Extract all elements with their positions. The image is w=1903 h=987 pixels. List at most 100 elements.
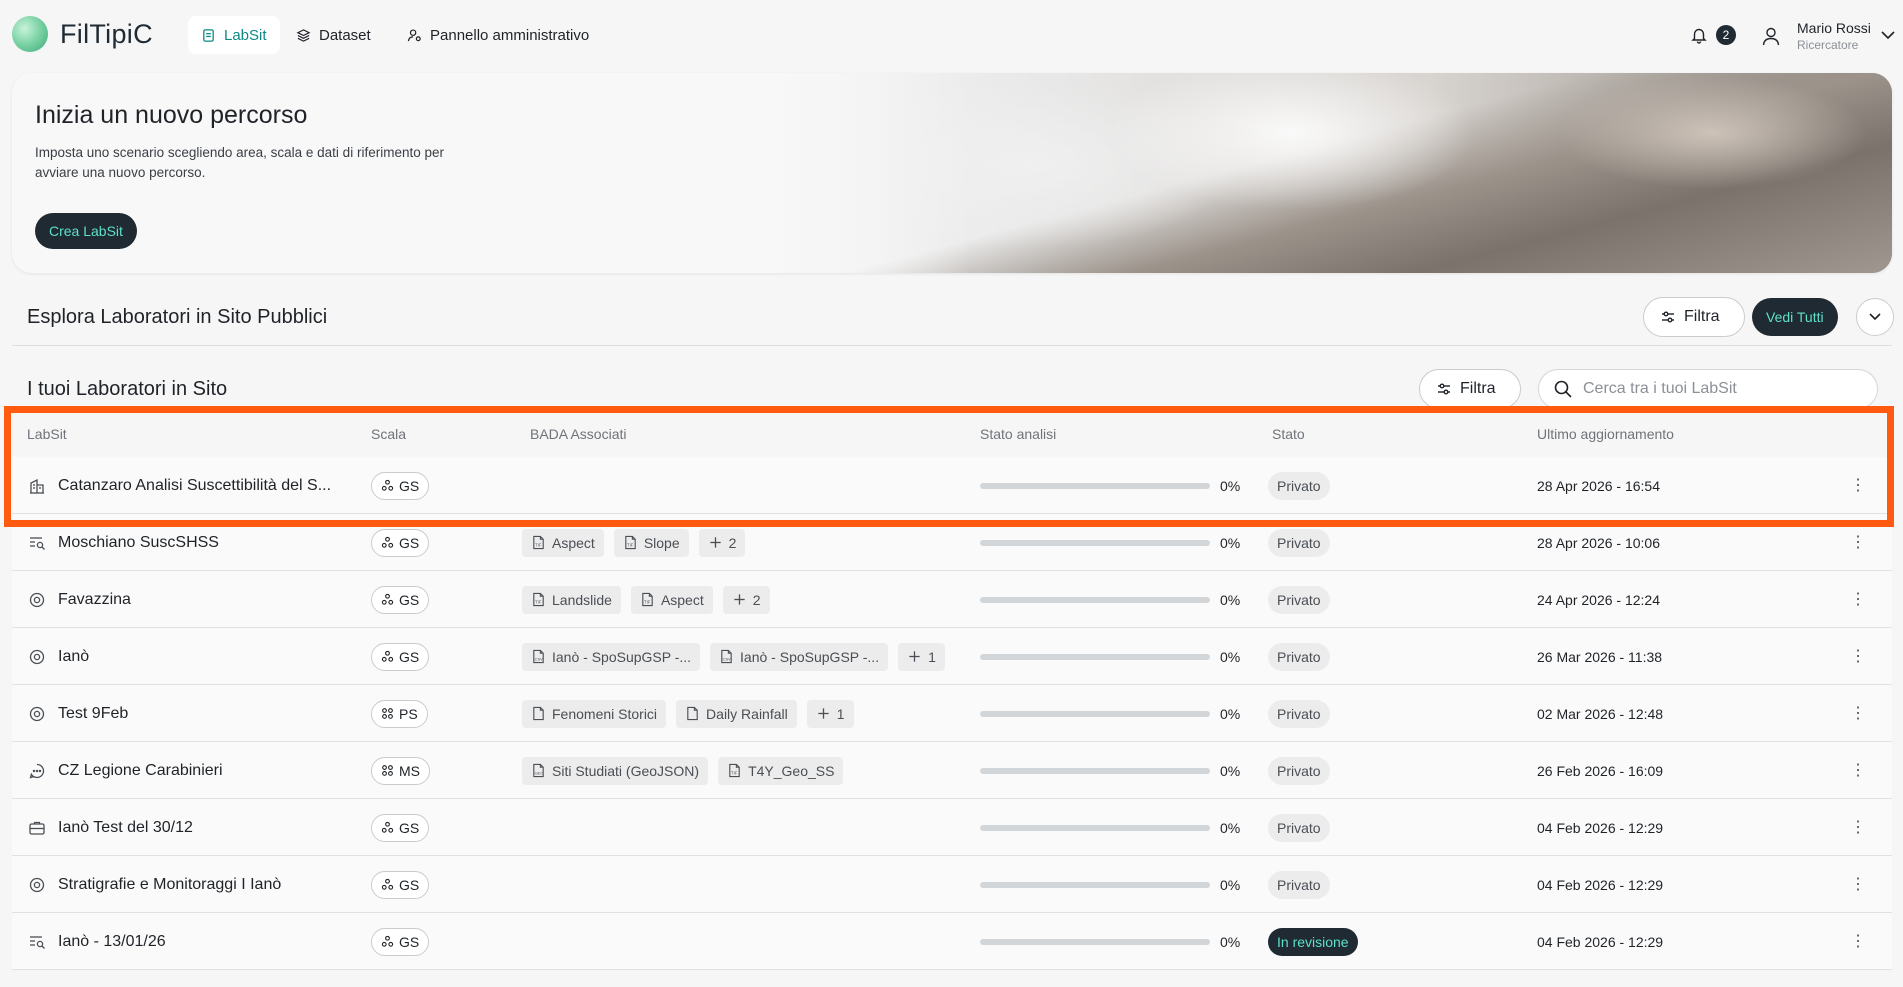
progress-cell: 0%	[980, 856, 1240, 913]
bada-chip[interactable]: TIF Aspect	[630, 585, 713, 614]
column-header-ultimo-aggiornamento[interactable]: Ultimo aggiornamento	[1537, 426, 1674, 442]
status-cell: Privato	[1268, 742, 1330, 799]
labsit-name[interactable]: Stratigrafie e Monitoraggi I Ianò	[58, 856, 358, 913]
labsit-name[interactable]: Moschiano SuscSHSS	[58, 514, 358, 571]
bada-chip[interactable]: CSV Ianò - SpoSupGSP -...	[522, 642, 701, 671]
bada-chip[interactable]: TIF Aspect	[522, 528, 604, 557]
row-menu-button[interactable]: ⋮	[1850, 571, 1866, 628]
labsit-name[interactable]: Test 9Feb	[58, 685, 358, 742]
target-icon	[28, 685, 48, 742]
progress-percent: 0%	[1220, 648, 1241, 665]
status-badge: Privato	[1268, 585, 1330, 614]
status-cell: Privato	[1268, 457, 1330, 514]
labsit-name[interactable]: Ianò - 13/01/26	[58, 913, 358, 970]
progress-percent: 0%	[1220, 762, 1241, 779]
labsit-name[interactable]: Ianò Test del 30/12	[58, 799, 358, 856]
row-menu-button[interactable]: ⋮	[1850, 628, 1866, 685]
bell-icon[interactable]	[1690, 26, 1708, 44]
file-icon	[685, 706, 700, 721]
progress-percent: 0%	[1220, 933, 1241, 950]
nav-labsit[interactable]: LabSit	[188, 16, 280, 54]
table-row[interactable]: Moschiano SuscSHSS GS TIF Aspect TIF Slope 2 0%…	[12, 514, 1892, 571]
table-row[interactable]: Ianò Test del 30/12 GS 0% Privato 04 Feb 202…	[12, 799, 1892, 856]
status-badge: In revisione	[1268, 927, 1358, 956]
progress-percent: 0%	[1220, 819, 1241, 836]
progress-cell: 0%	[980, 742, 1240, 799]
table-row[interactable]: Ianò GS CSV Ianò - SpoSupGSP -... CSV Ianò - …	[12, 628, 1892, 685]
progress-bar	[980, 767, 1210, 774]
column-header-labsit[interactable]: LabSit	[27, 426, 67, 442]
bada-chip[interactable]: Daily Rainfall	[676, 699, 797, 728]
column-header-bada[interactable]: BADA Associati	[530, 426, 627, 442]
target-icon	[28, 856, 48, 913]
row-menu-button[interactable]: ⋮	[1850, 742, 1866, 799]
column-header-stato[interactable]: Stato	[1272, 426, 1305, 442]
row-menu-button[interactable]: ⋮	[1850, 799, 1866, 856]
chat-icon	[28, 742, 48, 799]
more-bada-chip[interactable]: 1	[898, 642, 945, 671]
table-row[interactable]: Catanzaro Analisi Suscettibilità del S..…	[12, 457, 1892, 514]
more-bada-chip[interactable]: 2	[722, 585, 770, 614]
kebab-menu-icon: ⋮	[1850, 818, 1866, 836]
bada-chip[interactable]: TIF Landslide	[522, 585, 621, 614]
bada-chip[interactable]: GEO Siti Studiati (GeoJSON)	[522, 756, 709, 785]
app-logo-icon[interactable]	[12, 16, 48, 52]
nav-admin[interactable]: Pannello amministrativo	[394, 16, 602, 54]
table-row[interactable]: CZ Legione Carabinieri MS GEO Siti Studiati…	[12, 742, 1892, 799]
row-menu-button[interactable]: ⋮	[1850, 457, 1866, 514]
nav-dataset[interactable]: Dataset	[283, 16, 384, 54]
svg-text:GEO: GEO	[535, 771, 544, 776]
user-avatar-icon[interactable]	[1760, 25, 1782, 47]
status-badge: Privato	[1268, 813, 1330, 842]
explore-filter-button[interactable]: Filtra	[1643, 297, 1745, 337]
chevron-down-icon[interactable]	[1880, 29, 1896, 41]
row-menu-button[interactable]: ⋮	[1850, 514, 1866, 571]
bada-chip-label: Daily Rainfall	[706, 705, 788, 722]
table-row[interactable]: Ianò - 13/01/26 GS 0% In revisione 04 Feb 20…	[12, 913, 1892, 970]
create-labsit-button[interactable]: Crea LabSit	[35, 213, 137, 249]
user-name[interactable]: Mario Rossi	[1797, 20, 1871, 36]
bada-chip-label: Ianò - SpoSupGSP -...	[740, 648, 880, 665]
scale-badge: PS	[371, 699, 428, 728]
labsit-name[interactable]: Catanzaro Analisi Suscettibilità del S..…	[58, 457, 358, 514]
bada-chip[interactable]: TIF Slope	[613, 528, 689, 557]
progress-bar	[980, 881, 1210, 888]
table-row[interactable]: Stratigrafie e Monitoraggi I Ianò GS 0% Pri…	[12, 856, 1892, 913]
more-bada-chip[interactable]: 2	[698, 528, 746, 557]
column-header-stato-analisi[interactable]: Stato analisi	[980, 426, 1056, 442]
see-all-button[interactable]: Vedi Tutti	[1752, 298, 1838, 336]
bada-chip-label: Aspect	[552, 534, 595, 551]
plus-icon	[708, 535, 723, 550]
status-badge: Privato	[1268, 471, 1330, 500]
labsit-name[interactable]: Favazzina	[58, 571, 358, 628]
labsit-name[interactable]: CZ Legione Carabinieri	[58, 742, 358, 799]
table-header: LabSit Scala BADA Associati Stato analis…	[12, 412, 1892, 457]
bada-cell: GEO Siti Studiati (GeoJSON) TIF T4Y_Geo_SS	[522, 742, 844, 799]
table-row[interactable]: Favazzina GS TIF Landslide TIF Aspect 2 0% Priva…	[12, 571, 1892, 628]
search-input[interactable]	[1583, 380, 1863, 398]
kebab-menu-icon: ⋮	[1850, 932, 1866, 950]
bada-chip[interactable]: TIF T4Y_Geo_SS	[718, 756, 844, 785]
scale-label: GS	[399, 819, 420, 836]
scale-badge: GS	[371, 585, 430, 614]
scale-cell: PS	[371, 685, 428, 742]
progress-percent: 0%	[1220, 705, 1241, 722]
progress-bar	[980, 596, 1210, 603]
tif-file-icon: TIF	[531, 592, 546, 607]
bada-chip-label: 2	[752, 591, 761, 608]
updated-date: 04 Feb 2026 - 12:29	[1537, 876, 1664, 893]
table-row[interactable]: Test 9Feb PS Fenomeni Storici Daily Rainfal…	[12, 685, 1892, 742]
labsit-name[interactable]: Ianò	[58, 628, 358, 685]
more-bada-chip[interactable]: 1	[806, 699, 854, 728]
row-menu-button[interactable]: ⋮	[1850, 856, 1866, 913]
explore-expand-button[interactable]	[1856, 298, 1894, 336]
bada-chip[interactable]: CSV Ianò - SpoSupGSP -...	[710, 642, 889, 671]
column-header-scala[interactable]: Scala	[371, 426, 406, 442]
scale-label: PS	[399, 705, 418, 722]
my-labsit-filter-button[interactable]: Filtra	[1419, 369, 1521, 409]
app-name[interactable]: FilTipiC	[60, 19, 153, 50]
row-menu-button[interactable]: ⋮	[1850, 685, 1866, 742]
bada-chip[interactable]: Fenomeni Storici	[522, 699, 667, 728]
row-menu-button[interactable]: ⋮	[1850, 913, 1866, 970]
bada-chip-label: 2	[728, 534, 737, 551]
